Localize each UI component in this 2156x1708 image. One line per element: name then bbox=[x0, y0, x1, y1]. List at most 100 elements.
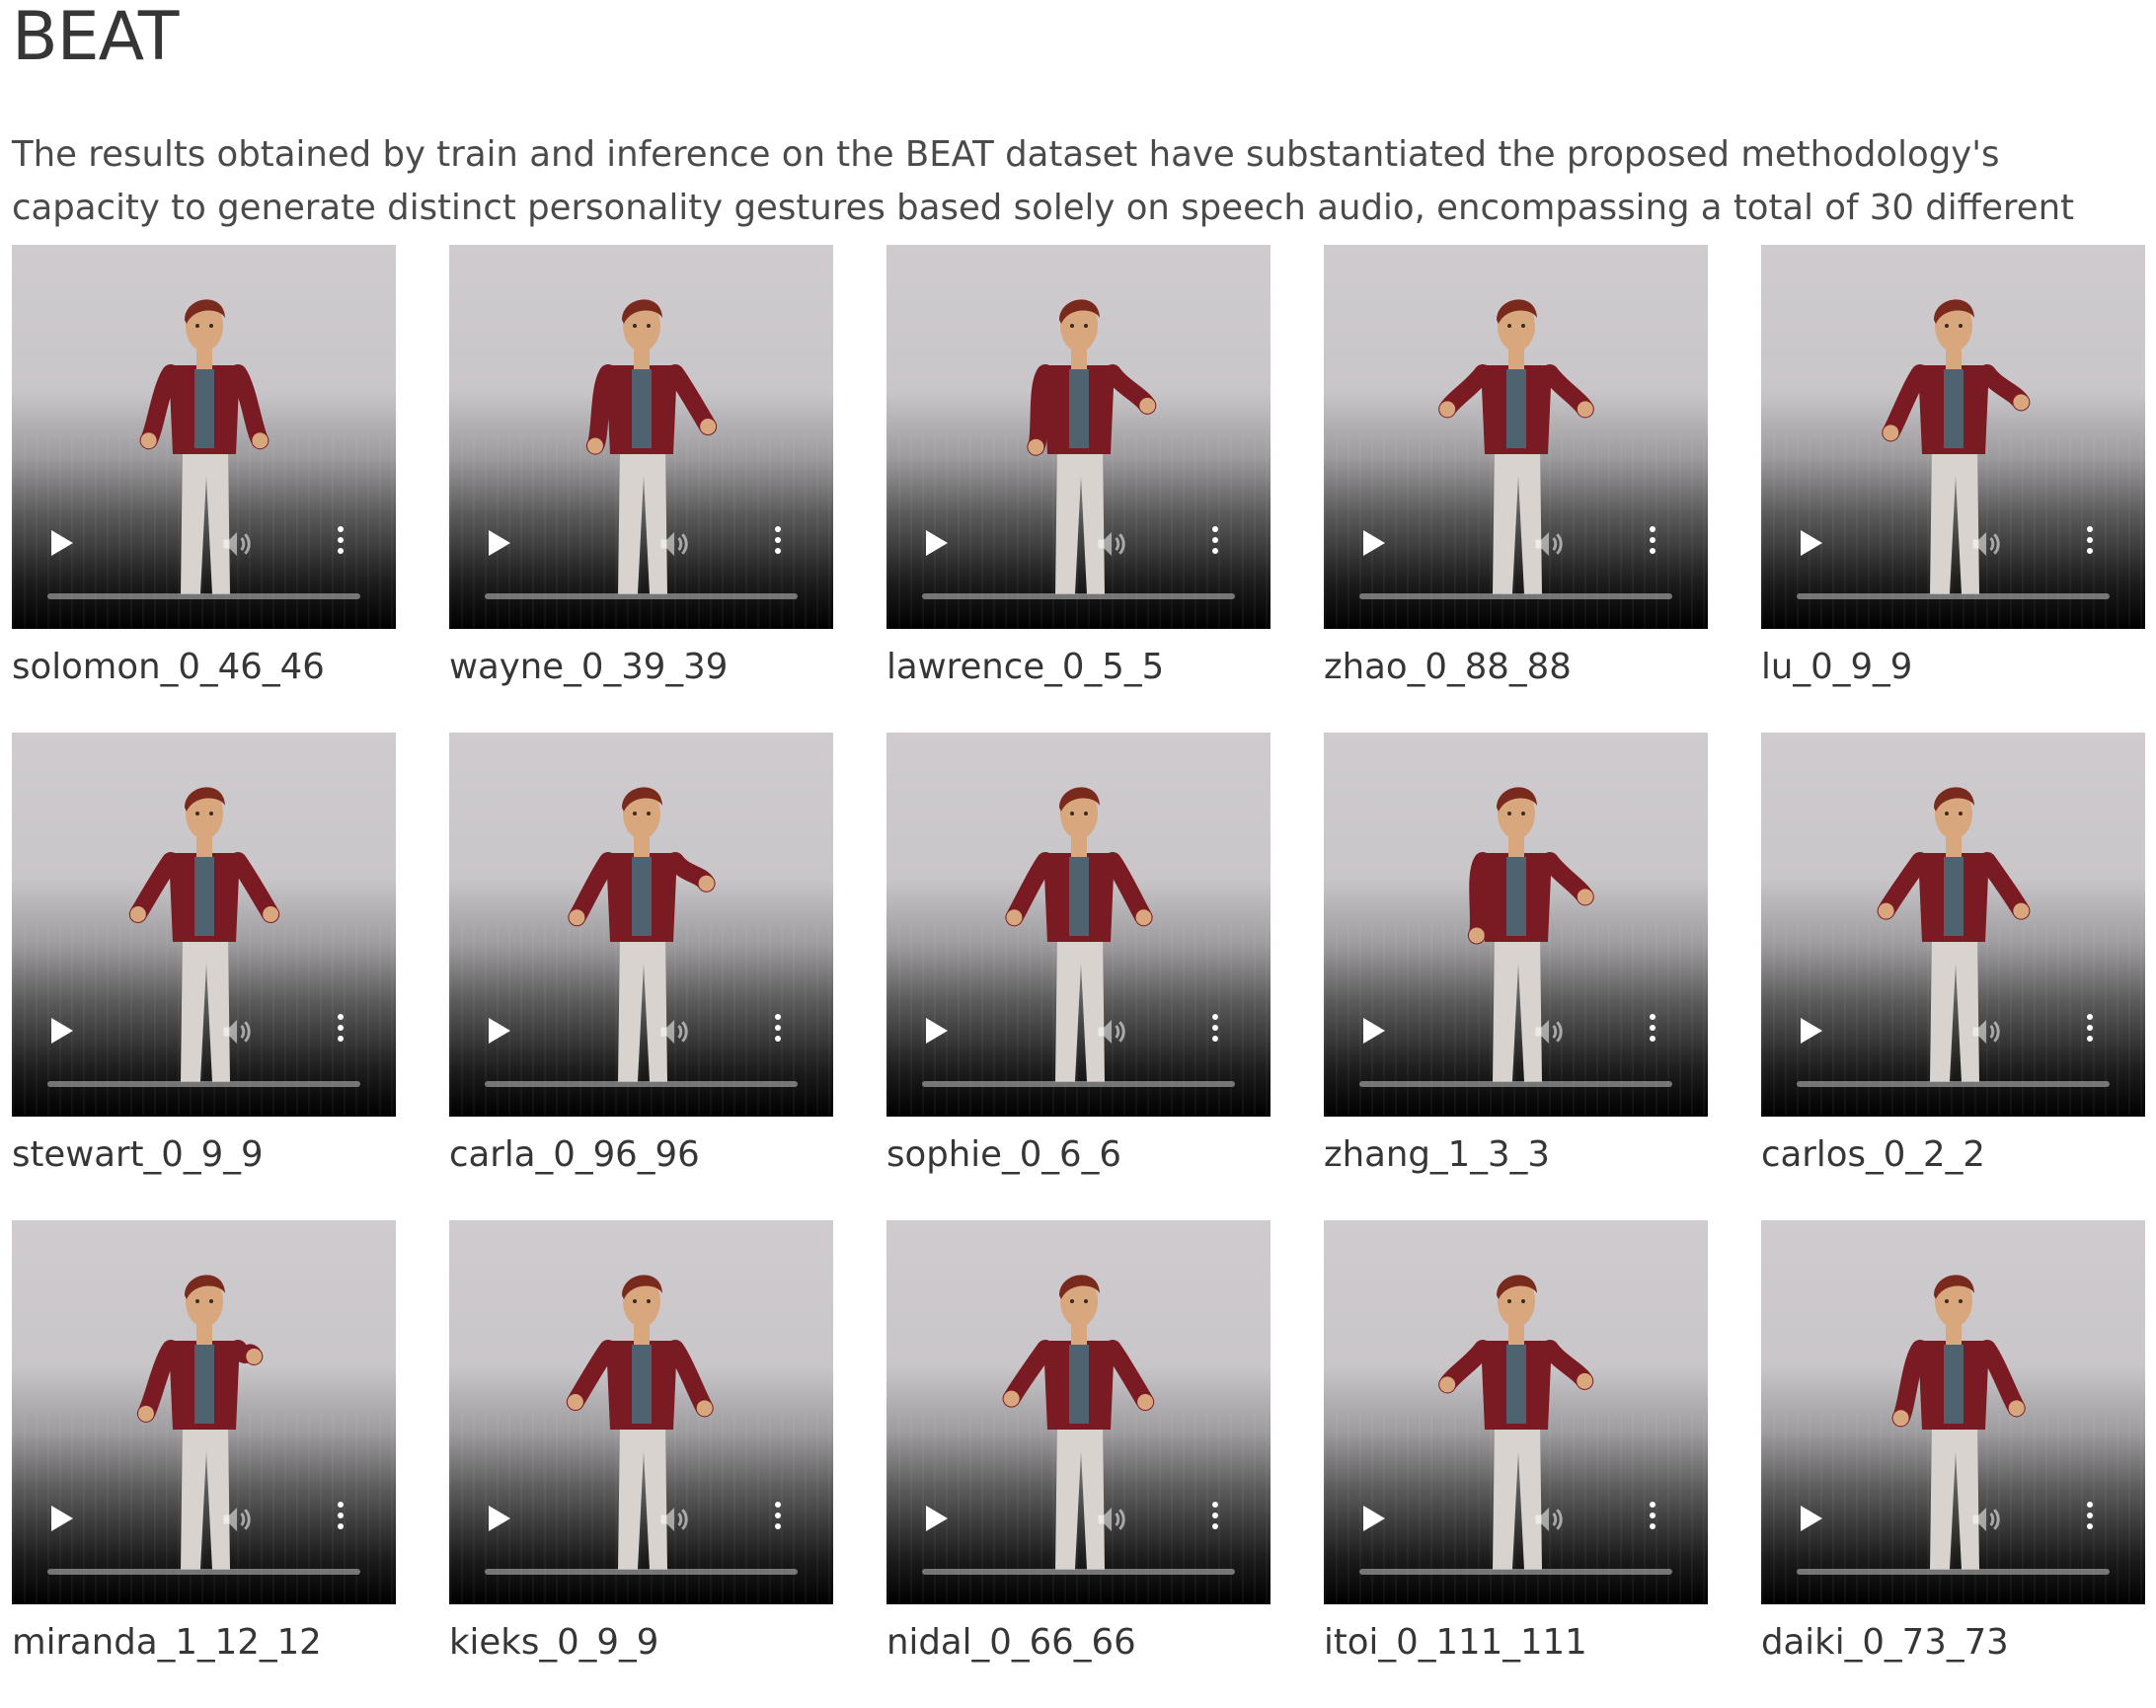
video-player[interactable] bbox=[1324, 245, 1708, 629]
volume-icon[interactable] bbox=[1968, 526, 2004, 562]
progress-bar[interactable] bbox=[1359, 1569, 1672, 1575]
progress-bar[interactable] bbox=[47, 1081, 360, 1087]
video-grid: solomon_0_46_46 wayne_0_39_39 lawrence_0… bbox=[12, 245, 2145, 1708]
volume-icon[interactable] bbox=[1094, 526, 1129, 562]
progress-bar[interactable] bbox=[922, 593, 1235, 599]
video-controls bbox=[886, 978, 1270, 1117]
play-icon[interactable] bbox=[1801, 1506, 1822, 1531]
more-options-icon[interactable] bbox=[2085, 1014, 2095, 1048]
progress-bar[interactable] bbox=[1797, 593, 2110, 599]
video-caption: itoi_0_111_111 bbox=[1324, 1622, 1587, 1663]
progress-bar[interactable] bbox=[1359, 593, 1672, 599]
volume-icon[interactable] bbox=[656, 526, 692, 562]
video-player[interactable] bbox=[1761, 1220, 2145, 1604]
more-options-icon[interactable] bbox=[1210, 1014, 1220, 1048]
play-icon[interactable] bbox=[1801, 1018, 1822, 1044]
video-caption: kieks_0_9_9 bbox=[449, 1622, 659, 1663]
video-card: wayne_0_39_39 bbox=[449, 245, 833, 733]
video-caption: daiki_0_73_73 bbox=[1761, 1622, 2009, 1663]
video-player[interactable] bbox=[1324, 733, 1708, 1117]
video-card: lawrence_0_5_5 bbox=[886, 245, 1270, 733]
video-caption: miranda_1_12_12 bbox=[12, 1622, 322, 1663]
video-player[interactable] bbox=[886, 1220, 1270, 1604]
video-player[interactable] bbox=[1761, 733, 2145, 1117]
progress-bar[interactable] bbox=[47, 1569, 360, 1575]
video-controls bbox=[886, 1466, 1270, 1604]
play-icon[interactable] bbox=[489, 1506, 510, 1531]
video-controls bbox=[886, 491, 1270, 629]
more-options-icon[interactable] bbox=[1210, 526, 1220, 560]
volume-icon[interactable] bbox=[1531, 1502, 1567, 1537]
progress-bar[interactable] bbox=[485, 1081, 798, 1087]
more-options-icon[interactable] bbox=[773, 526, 783, 560]
more-options-icon[interactable] bbox=[773, 1014, 783, 1048]
video-player[interactable] bbox=[1761, 245, 2145, 629]
play-icon[interactable] bbox=[926, 1018, 948, 1044]
video-card: stewart_0_9_9 bbox=[12, 733, 396, 1220]
volume-icon[interactable] bbox=[1094, 1014, 1129, 1049]
play-icon[interactable] bbox=[1363, 1018, 1385, 1044]
video-caption: nidal_0_66_66 bbox=[886, 1622, 1136, 1663]
volume-icon[interactable] bbox=[219, 1502, 255, 1537]
progress-bar[interactable] bbox=[485, 1569, 798, 1575]
video-controls bbox=[449, 1466, 833, 1604]
more-options-icon[interactable] bbox=[336, 526, 346, 560]
video-player[interactable] bbox=[886, 245, 1270, 629]
progress-bar[interactable] bbox=[1797, 1569, 2110, 1575]
play-icon[interactable] bbox=[51, 530, 73, 556]
video-card: carlos_0_2_2 bbox=[1761, 733, 2145, 1220]
video-player[interactable] bbox=[12, 1220, 396, 1604]
video-player[interactable] bbox=[886, 733, 1270, 1117]
video-controls bbox=[1761, 978, 2145, 1117]
play-icon[interactable] bbox=[926, 530, 948, 556]
video-controls bbox=[12, 491, 396, 629]
more-options-icon[interactable] bbox=[1648, 526, 1657, 560]
video-card: zhang_1_3_3 bbox=[1324, 733, 1708, 1220]
video-player[interactable] bbox=[449, 733, 833, 1117]
video-player[interactable] bbox=[12, 245, 396, 629]
more-options-icon[interactable] bbox=[1648, 1502, 1657, 1535]
play-icon[interactable] bbox=[51, 1018, 73, 1044]
video-caption: solomon_0_46_46 bbox=[12, 647, 325, 687]
volume-icon[interactable] bbox=[1531, 1014, 1567, 1049]
play-icon[interactable] bbox=[926, 1506, 948, 1531]
volume-icon[interactable] bbox=[656, 1502, 692, 1537]
more-options-icon[interactable] bbox=[1210, 1502, 1220, 1535]
more-options-icon[interactable] bbox=[773, 1502, 783, 1535]
volume-icon[interactable] bbox=[219, 1014, 255, 1049]
video-player[interactable] bbox=[449, 1220, 833, 1604]
progress-bar[interactable] bbox=[922, 1569, 1235, 1575]
video-controls bbox=[449, 978, 833, 1117]
play-icon[interactable] bbox=[1363, 530, 1385, 556]
more-options-icon[interactable] bbox=[336, 1014, 346, 1048]
video-player[interactable] bbox=[12, 733, 396, 1117]
progress-bar[interactable] bbox=[1359, 1081, 1672, 1087]
video-player[interactable] bbox=[1324, 1220, 1708, 1604]
progress-bar[interactable] bbox=[1797, 1081, 2110, 1087]
volume-icon[interactable] bbox=[1531, 526, 1567, 562]
more-options-icon[interactable] bbox=[336, 1502, 346, 1535]
video-card: daiki_0_73_73 bbox=[1761, 1220, 2145, 1708]
more-options-icon[interactable] bbox=[2085, 1502, 2095, 1535]
video-controls bbox=[1324, 1466, 1708, 1604]
volume-icon[interactable] bbox=[219, 526, 255, 562]
video-caption: wayne_0_39_39 bbox=[449, 647, 729, 687]
play-icon[interactable] bbox=[489, 1018, 510, 1044]
play-icon[interactable] bbox=[1363, 1506, 1385, 1531]
progress-bar[interactable] bbox=[47, 593, 360, 599]
more-options-icon[interactable] bbox=[2085, 526, 2095, 560]
video-card: lu_0_9_9 bbox=[1761, 245, 2145, 733]
play-icon[interactable] bbox=[51, 1506, 73, 1531]
play-icon[interactable] bbox=[1801, 530, 1822, 556]
volume-icon[interactable] bbox=[1968, 1014, 2004, 1049]
video-controls bbox=[1761, 491, 2145, 629]
volume-icon[interactable] bbox=[1968, 1502, 2004, 1537]
volume-icon[interactable] bbox=[1094, 1502, 1129, 1537]
video-card: miranda_1_12_12 bbox=[12, 1220, 396, 1708]
volume-icon[interactable] bbox=[656, 1014, 692, 1049]
play-icon[interactable] bbox=[489, 530, 510, 556]
progress-bar[interactable] bbox=[922, 1081, 1235, 1087]
progress-bar[interactable] bbox=[485, 593, 798, 599]
video-player[interactable] bbox=[449, 245, 833, 629]
more-options-icon[interactable] bbox=[1648, 1014, 1657, 1048]
